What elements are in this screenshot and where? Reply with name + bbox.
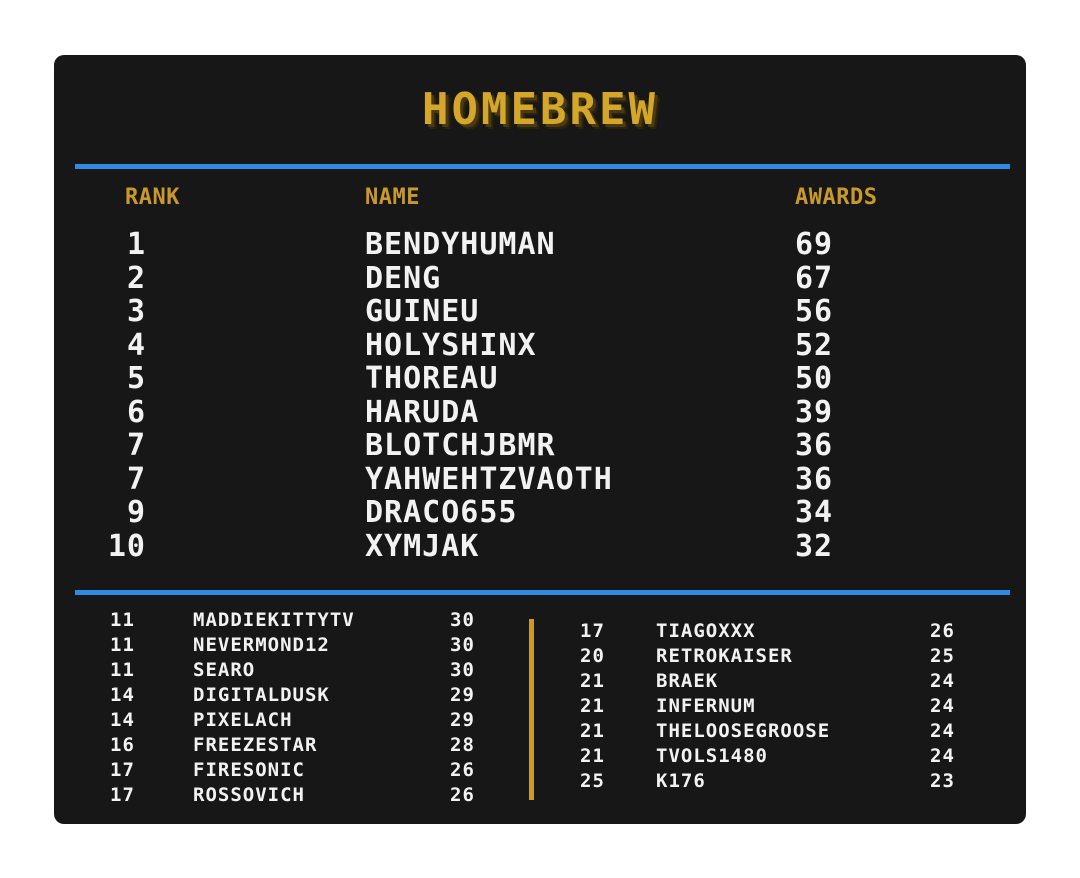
item-name: INFERNUM [656,695,756,717]
list-item: 21 BRAEK 24 [0,669,954,694]
row-name: DENG [365,260,442,296]
row-rank: 7 [126,461,146,497]
row-rank: 1 [126,227,146,262]
item-name: BRAEK [656,670,719,692]
row-rank: 6 [126,394,146,430]
leaderboard-title: HOMEBREW [422,84,658,135]
top-ten-list: 1 BENDYHUMAN 69 2 DENG 67 3 GUINEU 56 4 HOLYSHI… [0,228,1080,563]
row-awards: 56 [795,294,834,329]
row-name: HARUDA [365,394,480,430]
row-rank: 5 [126,361,146,396]
row-awards: 39 [795,394,834,430]
item-awards: 28 [450,734,475,756]
list-item: 21 INFERNUM 24 [0,694,954,719]
top-row: 9 DRACO655 34 [0,496,1080,530]
row-awards: 69 [795,227,834,262]
row-rank: 9 [126,495,146,530]
top-row: 5 THOREAU 50 [0,362,1080,396]
top-row: 1 BENDYHUMAN 69 [0,228,1080,262]
row-rank: 7 [126,428,146,463]
row-name: DRACO655 [365,495,518,530]
item-awards: 25 [930,645,955,667]
item-name: TVOLS1480 [656,745,768,767]
rank-column-header: RANK [125,185,180,210]
row-awards: 67 [795,260,834,296]
row-rank: 3 [126,294,146,329]
row-name: HOLYSHINX [365,327,537,363]
top-row: 2 DENG 67 [0,262,1080,296]
row-name: GUINEU [365,294,480,329]
item-rank: 21 [580,695,605,717]
list-item: 21 TVOLS1480 24 [0,744,954,769]
top-row: 3 GUINEU 56 [0,295,1080,329]
item-awards: 30 [450,634,475,656]
item-awards: 23 [930,770,955,792]
row-rank: 4 [126,327,146,363]
item-name: TIAGOXXX [656,620,756,642]
top-row: 10 XYMJAK 32 [0,530,1080,564]
item-rank: 21 [580,670,605,692]
row-awards: 52 [795,327,834,363]
row-awards: 32 [795,528,834,564]
item-awards: 26 [930,620,955,642]
item-awards: 30 [450,659,475,681]
item-awards: 29 [450,709,475,731]
right-ranking-list: 17 TIAGOXXX 26 20 RETROKAISER 25 21 BRAEK 24 2… [0,619,954,794]
column-separator [529,619,534,800]
item-rank: 20 [580,645,605,667]
row-name: THOREAU [365,361,499,396]
row-awards: 36 [795,428,834,463]
top-row: 7 BLOTCHJBMR 36 [0,429,1080,463]
row-rank: 2 [126,260,146,296]
bottom-divider [75,590,1010,595]
top-divider [75,164,1010,169]
item-awards: 30 [450,609,475,631]
row-name: BENDYHUMAN [365,227,556,262]
top-row: 4 HOLYSHINX 52 [0,329,1080,363]
item-rank: 21 [580,745,605,767]
item-rank: 25 [580,770,605,792]
item-name: THELOOSEGROOSE [656,720,831,742]
item-name: RETROKAISER [656,645,793,667]
item-rank: 17 [580,620,605,642]
row-awards: 34 [795,495,834,530]
item-awards: 24 [930,720,955,742]
row-awards: 50 [795,361,834,396]
top-row: 7 YAHWEHTZVAOTH 36 [0,463,1080,497]
item-awards: 24 [930,745,955,767]
awards-column-header: AWARDS [795,185,878,210]
name-column-header: NAME [365,185,420,210]
item-awards: 26 [450,759,475,781]
item-awards: 24 [930,695,955,717]
item-awards: 24 [930,670,955,692]
top-row: 6 HARUDA 39 [0,396,1080,430]
item-awards: 26 [450,784,475,806]
row-name: YAHWEHTZVAOTH [365,461,613,497]
row-name: XYMJAK [365,528,480,564]
list-item: 25 K176 23 [0,769,954,794]
item-awards: 29 [450,684,475,706]
row-rank: 10 [107,528,146,564]
item-name: K176 [656,770,706,792]
list-item: 21 THELOOSEGROOSE 24 [0,719,954,744]
list-item: 17 TIAGOXXX 26 [0,619,954,644]
row-awards: 36 [795,461,834,497]
list-item: 20 RETROKAISER 25 [0,644,954,669]
item-rank: 21 [580,720,605,742]
row-name: BLOTCHJBMR [365,428,556,463]
